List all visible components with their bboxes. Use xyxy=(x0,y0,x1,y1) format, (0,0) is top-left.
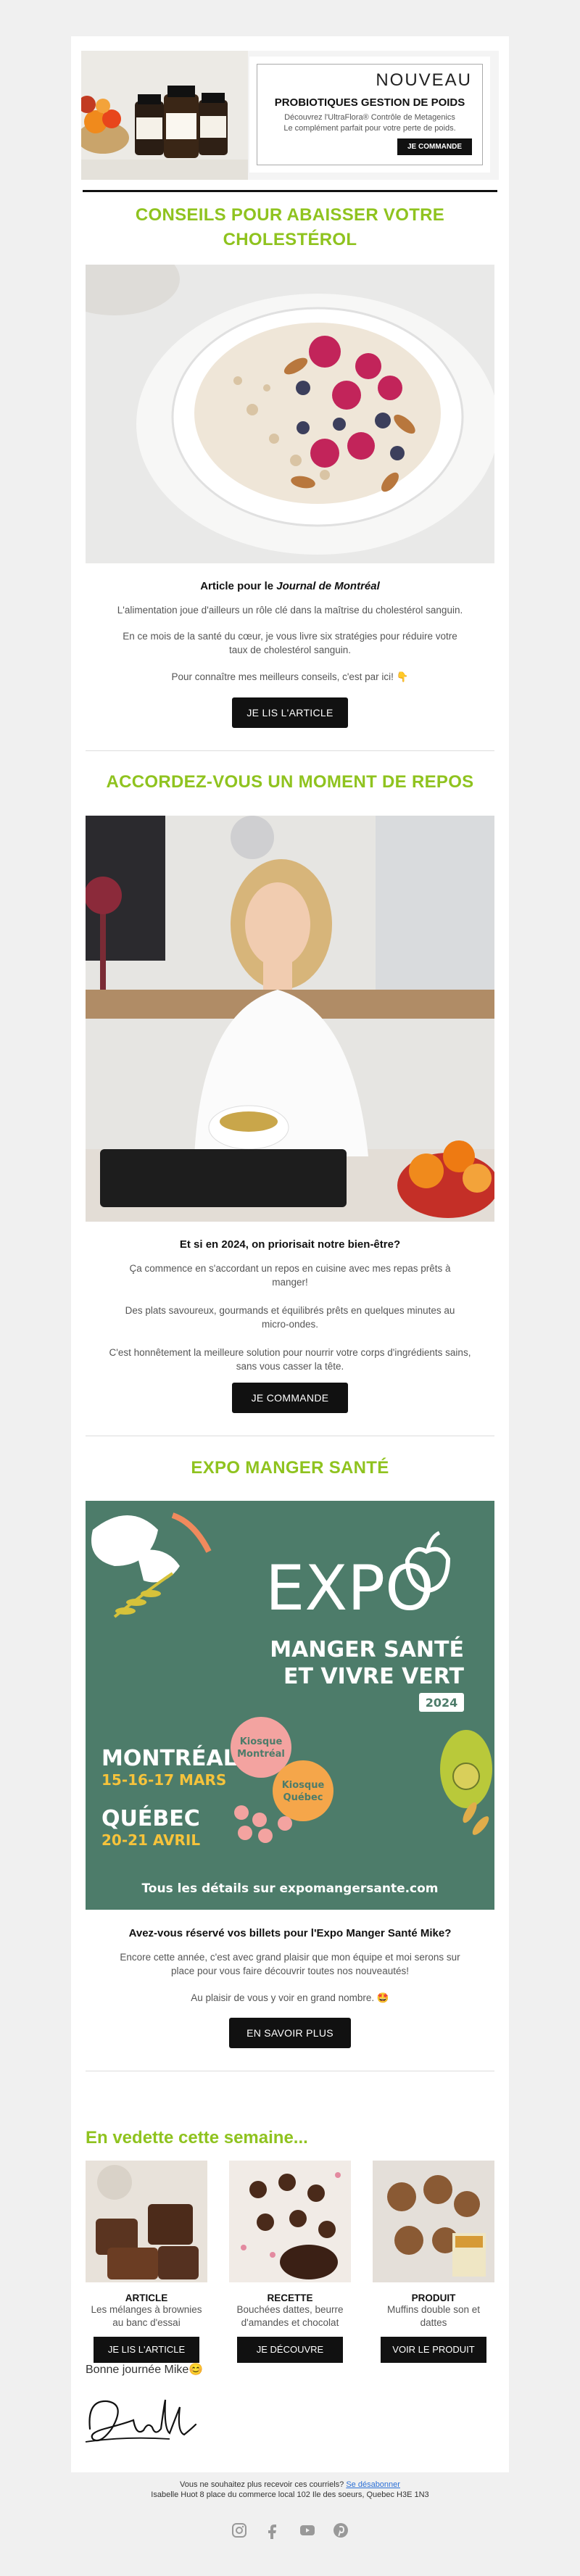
paragraph: Au plaisir de vous y voir en grand nombr… xyxy=(191,1992,389,2003)
closing-greeting: Bonne journée Mike😊 xyxy=(86,2364,204,2376)
instagram-icon[interactable] xyxy=(231,2522,248,2539)
promo-desc-line2: Le complément parfait pour votre perte d… xyxy=(283,124,456,133)
poster-date1: 15-16-17 MARS xyxy=(102,1771,226,1789)
section-title-expo: EXPO MANGER SANTÉ xyxy=(191,1458,389,1478)
repos-subtitle: Et si en 2024, on priorisait notre bien-… xyxy=(179,1238,401,1251)
poster-date2: 20-21 AVRIL xyxy=(102,1831,200,1849)
vedette-kind: PRODUIT xyxy=(411,2293,456,2303)
section-title-repos: ACCORDEZ-VOUS UN MOMENT DE REPOS xyxy=(106,772,474,792)
vedette-desc: Muffins double son et dattes xyxy=(386,2304,481,2328)
promo-description: Découvrez l'UltraFlora® Contrôle de Meta… xyxy=(257,112,482,134)
vedette-kind: ARTICLE xyxy=(125,2293,168,2303)
poster-year: 2024 xyxy=(426,1696,458,1710)
vedette-desc: Les mélanges à brownies au banc d'essai xyxy=(91,2304,202,2328)
promo-desc-line1: Découvrez l'UltraFlora® Contrôle de Meta… xyxy=(284,113,455,122)
vedette-item-produit: PRODUIT Muffins double son et dattes VOI… xyxy=(373,2161,494,2363)
email-viewport: NOUVEAU PROBIOTIQUES GESTION DE POIDS Dé… xyxy=(0,0,580,2576)
muffins-photo[interactable] xyxy=(373,2161,494,2282)
promo-nouveau: NOUVEAU xyxy=(376,70,472,90)
divider xyxy=(86,750,494,751)
order-meals-button[interactable]: JE COMMANDE xyxy=(232,1383,348,1413)
footer-unsubscribe-line: Vous ne souhaitez plus recevoir ces cour… xyxy=(0,2480,580,2490)
kiosque2-a: Kiosque xyxy=(282,1780,325,1791)
vedette-kind: RECETTE xyxy=(267,2293,313,2303)
vedette-item-recette: RECETTE Bouchées dattes, beurre d'amande… xyxy=(229,2161,351,2363)
kiosque1-a: Kiosque xyxy=(240,1736,283,1747)
social-icons xyxy=(231,2522,349,2540)
paragraph: En ce mois de la santé du cœur, je vous … xyxy=(123,631,457,655)
promo-title: PROBIOTIQUES GESTION DE POIDS xyxy=(274,96,465,109)
discover-button[interactable]: JE DÉCOUVRE xyxy=(237,2337,343,2363)
paragraph: C'est honnêtement la meilleure solution … xyxy=(109,1347,471,1372)
section-title-cholesterol: CONSEILS POUR ABAISSER VOTRE CHOLESTÉROL xyxy=(71,203,509,252)
journal-name: Journal de Montréal xyxy=(276,580,380,592)
vedette-desc: Bouchées dattes, beurre d'amandes et cho… xyxy=(236,2304,344,2328)
kiosque2-b: Québec xyxy=(283,1792,323,1803)
poster-line1: MANGER SANTÉ xyxy=(270,1636,464,1662)
poster-footer: Tous les détails sur expomangersante.com xyxy=(141,1881,438,1896)
poster-line2: ET VIVRE VERT xyxy=(283,1664,465,1689)
paragraph: Encore cette année, c'est avec grand pla… xyxy=(120,1952,460,1976)
vedette-item-article: ARTICLE Les mélanges à brownies au banc … xyxy=(86,2161,207,2363)
pinterest-icon[interactable] xyxy=(332,2522,349,2539)
woman-eating-photo[interactable] xyxy=(86,816,494,1222)
footer-address: Isabelle Huot 8 place du commerce local … xyxy=(151,2490,429,2499)
youtube-icon[interactable] xyxy=(299,2522,316,2539)
title-line: CONSEILS POUR ABAISSER VOTRE xyxy=(135,205,445,225)
paragraph: Pour connaître mes meilleurs conseils, c… xyxy=(171,671,409,682)
email-card: NOUVEAU PROBIOTIQUES GESTION DE POIDS Dé… xyxy=(71,36,509,2472)
vedette-title: En vedette cette semaine... xyxy=(86,2128,308,2148)
expo-poster[interactable]: EXPO MANGER SANTÉ ET VIVRE VERT 2024 MON… xyxy=(86,1501,494,1910)
facebook-icon[interactable] xyxy=(264,2522,281,2539)
promo-banner[interactable]: NOUVEAU PROBIOTIQUES GESTION DE POIDS Dé… xyxy=(81,51,499,180)
dates-bites-photo[interactable] xyxy=(229,2161,351,2282)
brownies-photo[interactable] xyxy=(86,2161,207,2282)
subtitle-prefix: Article pour le xyxy=(200,580,277,592)
paragraph: L'alimentation joue d'ailleurs un rôle c… xyxy=(117,605,463,616)
promo-text-box: NOUVEAU PROBIOTIQUES GESTION DE POIDS Dé… xyxy=(249,57,490,173)
poster-city1: MONTRÉAL xyxy=(102,1745,237,1771)
section-divider xyxy=(83,190,497,192)
paragraph: Des plats savoureux, gourmands et équili… xyxy=(125,1305,455,1330)
paragraph: Ça commence en s'accordant un repos en c… xyxy=(129,1263,451,1288)
title-line: CHOLESTÉROL xyxy=(223,230,357,249)
kiosque1-b: Montréal xyxy=(237,1749,285,1760)
poster-expo: EXPO xyxy=(265,1552,434,1625)
read-article-button[interactable]: JE LIS L'ARTICLE xyxy=(94,2337,199,2363)
product-photo xyxy=(81,51,248,180)
expo-subtitle: Avez-vous réservé vos billets pour l'Exp… xyxy=(128,1927,452,1939)
learn-more-button[interactable]: EN SAVOIR PLUS xyxy=(229,2018,351,2048)
footer-text: Vous ne souhaitez plus recevoir ces cour… xyxy=(180,2480,347,2489)
unsubscribe-link[interactable]: Se désabonner xyxy=(346,2480,400,2489)
promo-order-button[interactable]: JE COMMANDE xyxy=(397,138,472,155)
oatmeal-photo[interactable] xyxy=(86,265,494,563)
read-article-button[interactable]: JE LIS L'ARTICLE xyxy=(232,697,348,728)
signature xyxy=(83,2385,206,2454)
poster-city2: QUÉBEC xyxy=(102,1805,200,1831)
view-product-button[interactable]: VOIR LE PRODUIT xyxy=(381,2337,486,2363)
article-subtitle: Article pour le Journal de Montréal xyxy=(71,580,509,592)
